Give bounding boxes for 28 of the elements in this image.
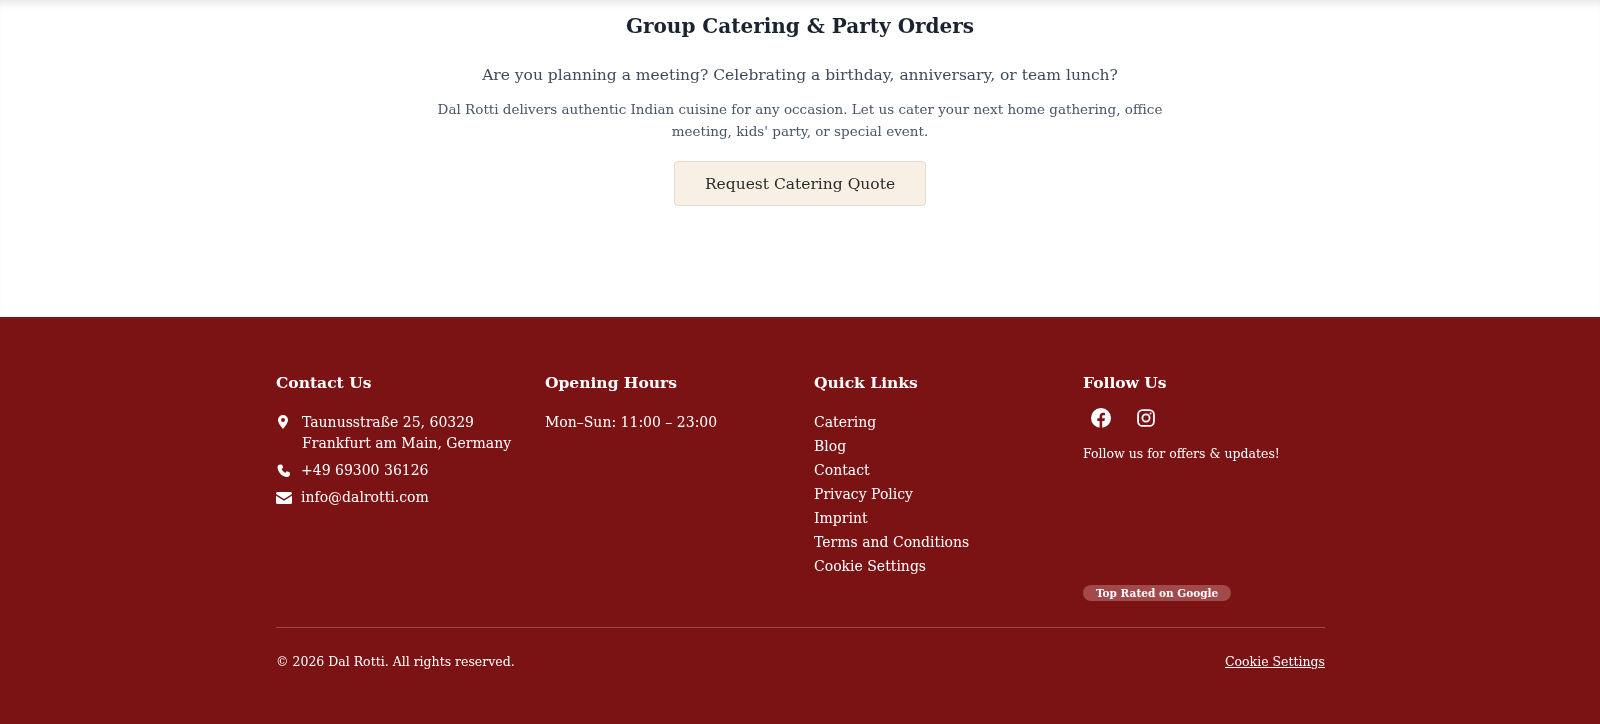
column-heading: Contact Us [276, 373, 373, 392]
copyright-text: © 2026 Dal Rotti. All rights reserved. [276, 654, 515, 669]
section-title: Group Catering & Party Orders [625, 14, 975, 38]
footer-link[interactable]: Cookie Settings [814, 553, 1083, 580]
contact-text: +49 69300 36126 [301, 461, 429, 480]
contact-text: Taunusstraße 25, 60329 Frankfurt am Main, Germany [302, 413, 512, 453]
hours-text: Mon–Sun: 11:00 – 23:00 [545, 413, 719, 432]
envelope-icon [276, 491, 292, 505]
map-pin-icon [278, 415, 288, 429]
follow-note: Follow us for offers & updates! [1083, 446, 1281, 461]
column-heading: Opening Hours [545, 373, 678, 392]
footer-link[interactable]: Contact [814, 457, 1083, 484]
footer-link[interactable]: Imprint [814, 505, 1083, 532]
footer-link[interactable]: Blog [814, 433, 1083, 460]
footer-link[interactable]: Catering [814, 409, 1083, 436]
cookie-settings-link[interactable]: Cookie Settings [1224, 654, 1325, 669]
instagram-icon[interactable] [1137, 409, 1155, 427]
footer-link[interactable]: Privacy Policy [814, 481, 1083, 508]
description-text: Dal Rotti delivers authentic Indian cuisine for any occasion. Let us cater your next home gathering, office meeting, kids' party, or special event. [436, 100, 1164, 141]
contact-text: info@dalrotti.com [301, 488, 429, 507]
footer-link[interactable]: Terms and Conditions [814, 529, 1083, 556]
column-heading: Follow Us [1083, 373, 1168, 392]
phone-icon [276, 464, 292, 478]
intro-question: Are you planning a meeting? Celebrating a birthday, anniversary, or team lunch? [482, 66, 1118, 84]
catering-quote-button[interactable]: Request Catering Quote [674, 161, 926, 206]
rating-badge: Top Rated on Google [1083, 585, 1232, 601]
column-heading: Quick Links [814, 373, 919, 392]
facebook-icon[interactable] [1091, 408, 1111, 428]
